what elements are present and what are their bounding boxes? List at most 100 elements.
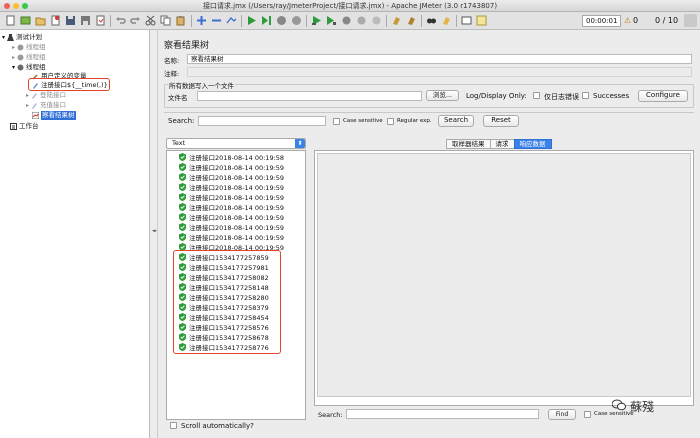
remote-stop-all-icon[interactable] — [355, 14, 368, 27]
tab-request[interactable]: 请求 — [489, 139, 515, 149]
result-label: 注册接口2018-08-14 00:19:59 — [189, 214, 285, 222]
tree-node-thread-group-3[interactable]: ▾ 线程组 — [12, 63, 46, 72]
errors-only-checkbox[interactable] — [533, 92, 540, 99]
remote-stop-icon[interactable] — [340, 14, 353, 27]
result-row[interactable]: 注册接口2018-08-14 00:19:59 — [179, 213, 285, 223]
clear-icon[interactable] — [390, 14, 403, 27]
scroll-auto-label: Scroll automatically? — [181, 422, 254, 430]
result-row[interactable]: 注册接口2018-08-14 00:19:59 — [179, 223, 284, 233]
tree-node-test-plan[interactable]: ▾ 测试计划 — [2, 33, 42, 42]
response-text-area[interactable] — [317, 153, 691, 397]
name-field[interactable]: 察看结果树 — [187, 54, 692, 64]
thread-counter: 0 / 10 — [655, 16, 679, 25]
chevron-right-icon[interactable]: ▸ — [26, 91, 29, 100]
comment-field[interactable] — [187, 67, 692, 77]
save-as-icon[interactable] — [79, 14, 92, 27]
cut-icon[interactable] — [144, 14, 157, 27]
close-file-icon[interactable] — [49, 14, 62, 27]
expand-icon[interactable] — [195, 14, 208, 27]
remote-shutdown-icon[interactable] — [370, 14, 383, 27]
zoom-window-button[interactable] — [22, 3, 28, 9]
successes-checkbox[interactable] — [582, 92, 589, 99]
find-button[interactable]: Find — [548, 409, 576, 420]
tree-node-thread-group-2[interactable]: ▸ 线程组 — [12, 53, 46, 62]
tree-node-login[interactable]: ▸ 登陆接口 — [26, 91, 66, 100]
remote-start-icon[interactable] — [310, 14, 323, 27]
case-sensitive-checkbox[interactable] — [333, 118, 340, 125]
result-row[interactable]: 注册接口2018-08-14 00:19:59 — [179, 193, 284, 203]
undo-icon[interactable] — [114, 14, 127, 27]
tree-node-recharge[interactable]: ▸ 充值接口 — [26, 101, 66, 110]
gear-icon — [17, 54, 24, 61]
splitter-handle[interactable]: ◂▸ — [150, 30, 158, 438]
result-row[interactable]: 注册接口2018-08-14 00:19:59 — [179, 163, 285, 173]
response-detail-pane — [314, 150, 694, 406]
result-row[interactable]: 注册接口2018-08-14 00:19:59 — [179, 203, 284, 213]
tree-node-workbench[interactable]: 工作台 — [10, 122, 39, 131]
result-row[interactable]: 注册接口2018-08-14 00:19:59 — [179, 183, 285, 193]
result-label: 注册接口2018-08-14 00:19:59 — [189, 164, 285, 172]
bottom-search-input[interactable] — [346, 409, 539, 419]
result-row[interactable]: 注册接口2018-08-14 00:19:59 — [179, 233, 284, 243]
renderer-select[interactable]: Text ⬍ — [166, 138, 306, 149]
function-helper-icon[interactable] — [460, 14, 473, 27]
window-title: 接口请求.jmx (/Users/ray/JmeterProject/接口请求.… — [202, 2, 498, 10]
tab-sampler-result[interactable]: 取样器结果 — [446, 139, 491, 149]
paste-icon[interactable] — [174, 14, 187, 27]
tree-node-thread-group-1[interactable]: ▸ 线程组 — [12, 43, 46, 52]
reset-search-icon[interactable] — [440, 14, 453, 27]
redo-icon[interactable] — [129, 14, 142, 27]
case-sensitive-label: Case sensitive — [343, 118, 383, 124]
collapse-icon[interactable] — [210, 14, 223, 27]
result-label: 注册接口2018-08-14 00:19:59 — [189, 184, 285, 192]
regex-checkbox[interactable] — [387, 118, 394, 125]
chevron-right-icon[interactable]: ▸ — [12, 53, 15, 62]
result-row[interactable]: 注册接口2018-08-14 00:19:59 — [179, 173, 285, 183]
test-plan-tree: ▾ 测试计划 ▸ 线程组 ▸ 线程组 ▾ 线程组 用户定义的变量 注册接口${_… — [0, 30, 150, 438]
chevron-down-icon[interactable]: ▾ — [2, 33, 5, 42]
configure-button[interactable]: Configure — [638, 90, 688, 102]
search-button[interactable]: Search — [438, 115, 474, 127]
shutdown-icon[interactable] — [290, 14, 303, 27]
chevron-down-icon[interactable]: ⬍ — [295, 139, 305, 148]
tab-response-data[interactable]: 响应数据 — [513, 139, 552, 149]
close-window-button[interactable] — [4, 3, 10, 9]
reset-button[interactable]: Reset — [483, 115, 519, 127]
copy-icon[interactable] — [159, 14, 172, 27]
help-icon[interactable] — [475, 14, 488, 27]
search-input[interactable] — [198, 116, 326, 126]
revert-icon[interactable] — [94, 14, 107, 27]
toggle-icon[interactable] — [225, 14, 238, 27]
browse-button[interactable]: 浏览... — [426, 90, 459, 101]
chevron-right-icon[interactable]: ▸ — [12, 43, 15, 52]
result-label: 注册接口2018-08-14 00:19:59 — [189, 174, 285, 182]
regex-label: Regular exp. — [397, 118, 432, 124]
warning-icon[interactable]: ⚠ — [624, 15, 631, 27]
bottom-case-checkbox[interactable] — [584, 411, 591, 418]
clear-all-icon[interactable] — [405, 14, 418, 27]
remote-start-all-icon[interactable] — [325, 14, 338, 27]
tree-node-result-tree[interactable]: 察看结果树 — [31, 111, 76, 120]
file-name-input[interactable] — [197, 91, 422, 101]
gear-icon — [17, 64, 24, 71]
new-icon[interactable] — [4, 14, 17, 27]
save-icon[interactable] — [64, 14, 77, 27]
templates-icon[interactable] — [19, 14, 32, 27]
start-no-pause-icon[interactable] — [260, 14, 273, 27]
stop-icon[interactable] — [275, 14, 288, 27]
scroll-auto-checkbox[interactable] — [170, 422, 177, 429]
chevron-down-icon[interactable]: ▾ — [12, 63, 15, 72]
successes-label: Successes — [593, 92, 630, 100]
log-display-label: Log/Display Only: — [466, 92, 527, 100]
detail-tabs: 取样器结果 请求 响应数据 — [446, 139, 552, 149]
minimize-window-button[interactable] — [13, 3, 19, 9]
start-icon[interactable] — [245, 14, 258, 27]
watermark-text: 蘇殘 — [630, 400, 655, 414]
search-icon[interactable] — [425, 14, 438, 27]
clipboard-icon — [10, 123, 17, 130]
bottom-search-label: Search: — [318, 411, 343, 419]
chart-icon — [31, 111, 40, 120]
chevron-right-icon[interactable]: ▸ — [26, 101, 29, 110]
result-row[interactable]: 注册接口2018-08-14 00:19:58 — [179, 153, 284, 163]
open-icon[interactable] — [34, 14, 47, 27]
